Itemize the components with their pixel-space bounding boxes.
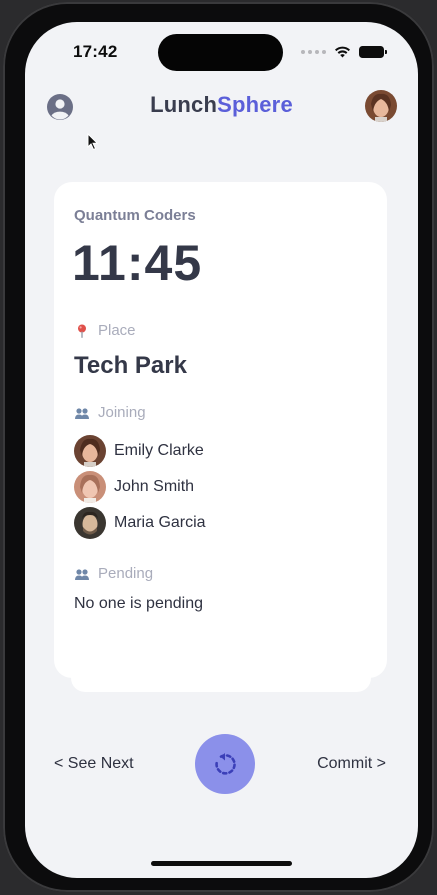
status-time: 17:42	[73, 42, 118, 61]
status-indicators	[301, 45, 387, 58]
meeting-time: 11:45	[72, 235, 203, 291]
list-item: John Smith	[74, 469, 206, 505]
joining-list: Emily Clarke John Smith Maria Garcia	[74, 433, 206, 541]
group-name: Quantum Coders	[74, 207, 196, 224]
lunch-card[interactable]: Quantum Coders 11:45 Place Tech Park Joi…	[54, 182, 387, 678]
list-item: Maria Garcia	[74, 505, 206, 541]
wifi-icon	[335, 46, 350, 58]
app-title: LunchSphere	[25, 92, 418, 118]
avatar	[74, 471, 106, 503]
person-name: John Smith	[114, 478, 195, 495]
place-value: Tech Park	[74, 352, 187, 379]
pending-label: Pending	[98, 565, 154, 582]
place-label: Place	[98, 322, 136, 339]
person-name: Maria Garcia	[114, 514, 206, 531]
user-avatar[interactable]	[365, 90, 397, 122]
dynamic-island	[158, 34, 283, 71]
app-screen: 17:42 LunchSphere Quantum Coders 11:45 P…	[25, 22, 418, 878]
mouse-cursor-icon	[87, 133, 99, 151]
avatar	[74, 435, 106, 467]
pending-section-label: Pending	[74, 565, 153, 582]
cellular-signal-icon	[301, 49, 326, 54]
person-name: Emily Clarke	[114, 442, 204, 459]
brand-part-lunch: Lunch	[150, 92, 218, 117]
place-section-label: Place	[74, 322, 136, 339]
refresh-button[interactable]	[195, 734, 255, 794]
see-next-button[interactable]: < See Next	[54, 755, 134, 773]
refresh-icon	[215, 753, 236, 775]
avatar	[74, 507, 106, 539]
joining-label: Joining	[98, 404, 146, 421]
list-item: Emily Clarke	[74, 433, 206, 469]
people-icon	[75, 407, 89, 419]
commit-button[interactable]: Commit >	[317, 755, 386, 773]
battery-icon	[359, 45, 387, 58]
joining-section-label: Joining	[74, 404, 146, 421]
home-indicator	[151, 861, 292, 866]
pending-status: No one is pending	[74, 595, 203, 612]
brand-part-sphere: Sphere	[217, 92, 293, 117]
people-icon	[75, 568, 89, 580]
pin-icon	[78, 324, 86, 338]
phone-frame: 17:42 LunchSphere Quantum Coders 11:45 P…	[3, 2, 434, 892]
